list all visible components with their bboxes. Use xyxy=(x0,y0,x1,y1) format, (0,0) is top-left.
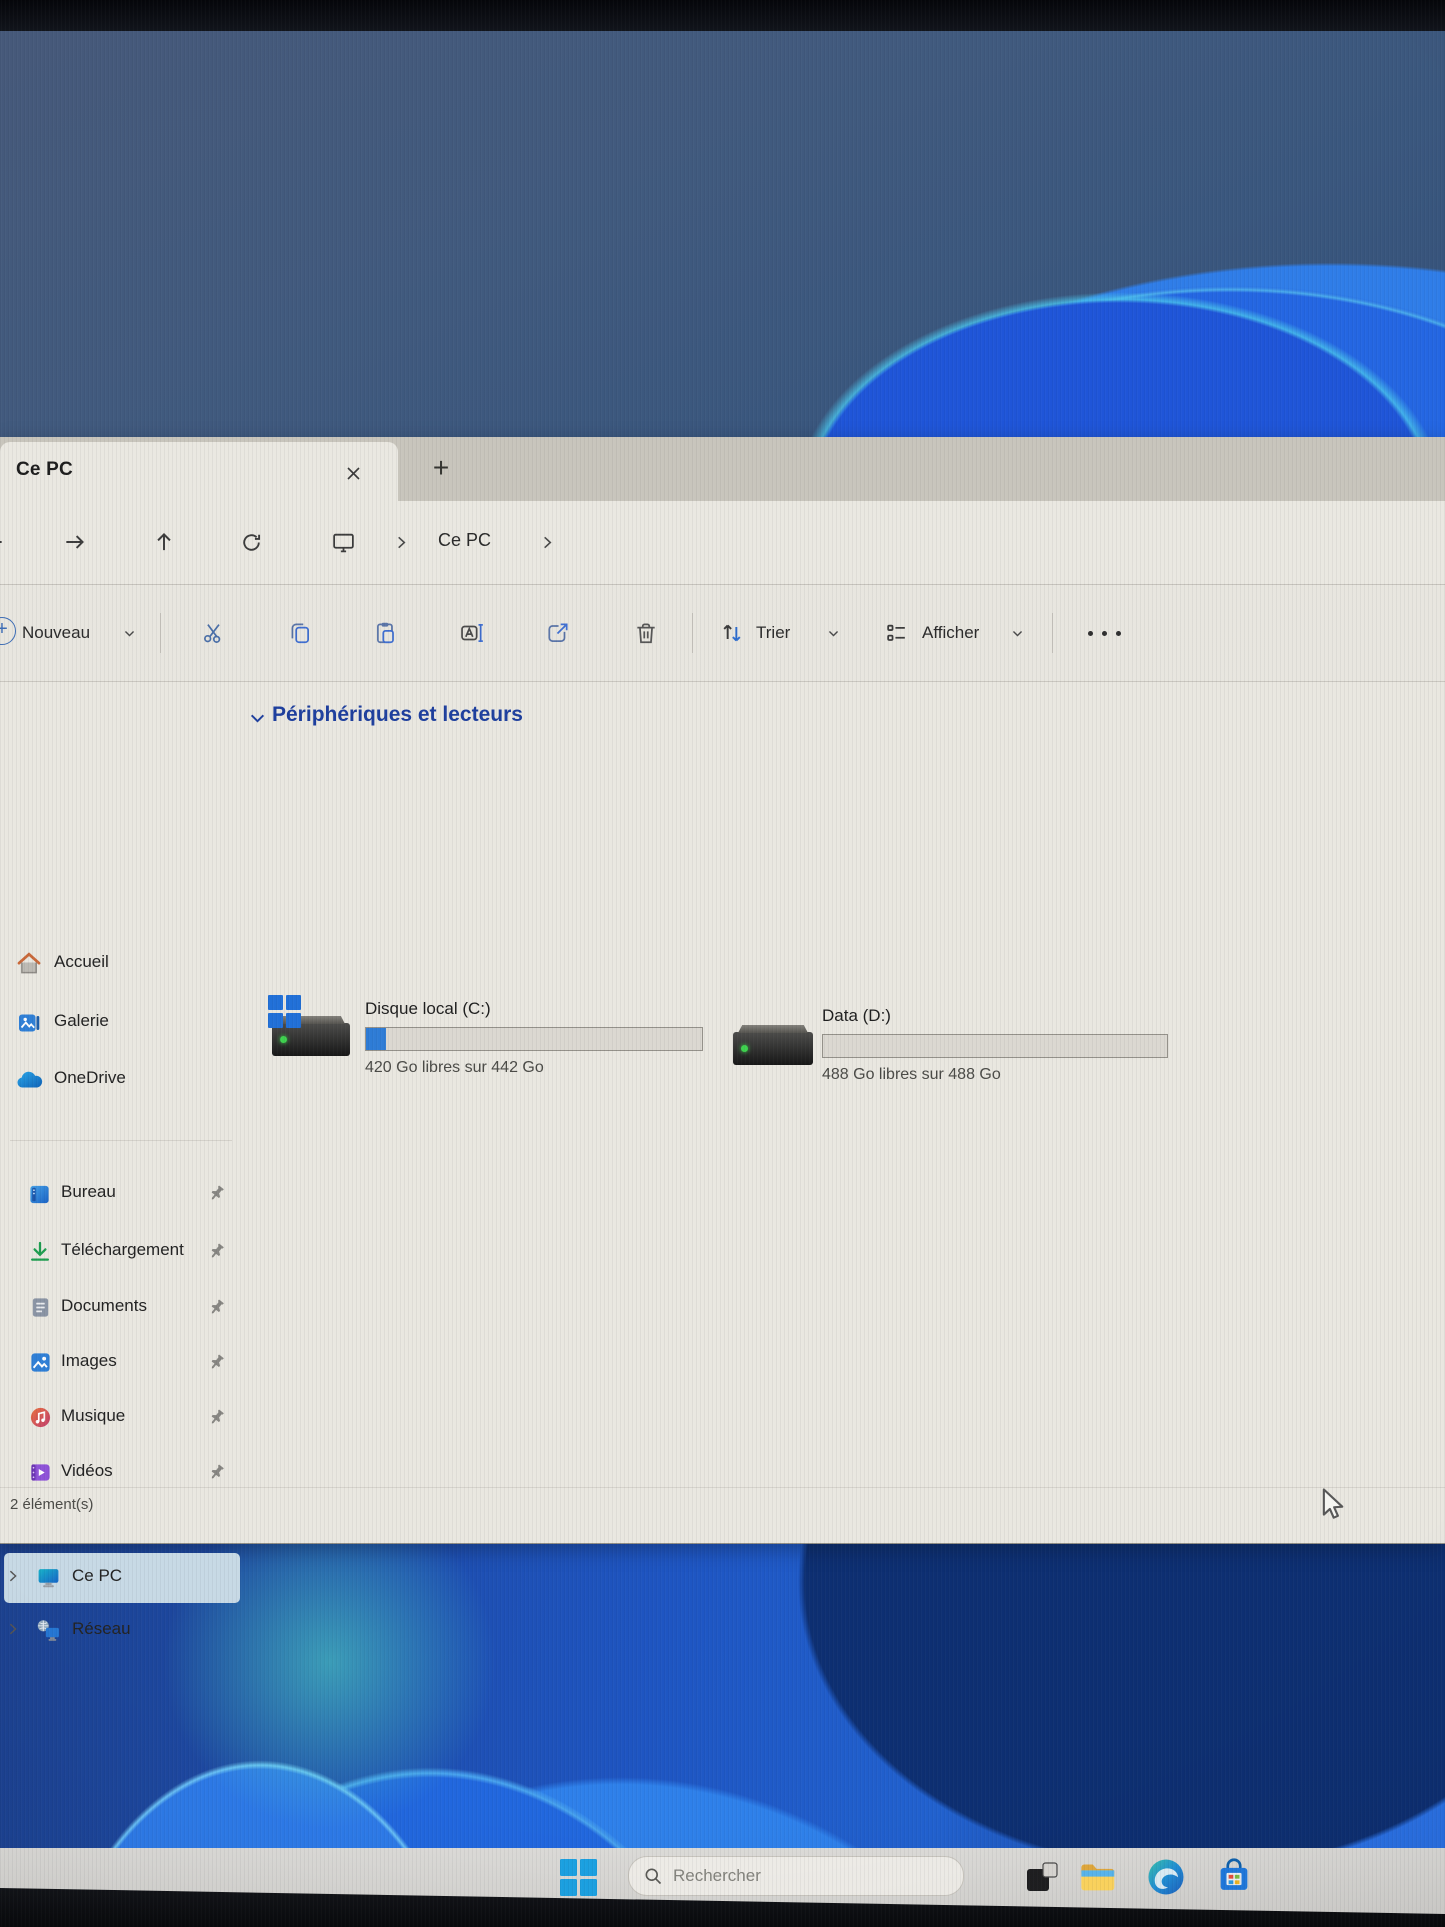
sort-chevron-icon[interactable] xyxy=(822,611,844,655)
this-pc-icon xyxy=(36,1565,61,1590)
home-icon xyxy=(16,951,42,977)
this-pc-location-icon[interactable] xyxy=(324,523,362,561)
taskbar-search-input[interactable]: Rechercher xyxy=(628,1856,964,1896)
expand-chevron-icon[interactable] xyxy=(6,1622,22,1638)
windows-start-icon xyxy=(560,1859,597,1896)
pictures-icon xyxy=(29,1351,52,1374)
command-toolbar: + Nouveau xyxy=(0,585,1445,682)
drive-name: Data (D:) xyxy=(822,1006,891,1026)
forward-button[interactable] xyxy=(56,523,94,561)
desktop-icon xyxy=(28,1183,51,1206)
microsoft-store-icon xyxy=(1214,1857,1254,1897)
pin-icon xyxy=(208,1408,226,1426)
share-button[interactable] xyxy=(536,611,580,655)
drive-free-space: 488 Go libres sur 488 Go xyxy=(822,1066,1001,1084)
status-bar: 2 élément(s) xyxy=(0,1487,1445,1543)
sidebar-item-ce-pc[interactable]: Ce PC xyxy=(4,1553,240,1603)
more-options-button[interactable] xyxy=(1076,611,1132,655)
delete-button[interactable] xyxy=(624,611,668,655)
tab-close-icon[interactable] xyxy=(338,458,368,488)
file-explorer-window: Ce PC + xyxy=(0,437,1445,1544)
gallery-icon xyxy=(17,1011,41,1035)
windows-logo-icon xyxy=(268,995,301,1028)
sidebar-item-bureau[interactable]: Bureau xyxy=(4,1171,240,1217)
sidebar-item-documents[interactable]: Documents xyxy=(4,1285,240,1331)
new-item-icon: + xyxy=(0,617,16,645)
sidebar-item-galerie[interactable]: Galerie xyxy=(4,1000,240,1046)
edge-taskbar-button[interactable] xyxy=(1146,1857,1186,1897)
sidebar-item-accueil[interactable]: Accueil xyxy=(4,941,240,987)
cut-button[interactable] xyxy=(192,611,236,655)
file-explorer-icon xyxy=(1078,1857,1118,1897)
sidebar-item-images[interactable]: Images xyxy=(4,1340,240,1386)
mouse-cursor xyxy=(1316,1486,1350,1524)
task-view-icon xyxy=(1024,1859,1060,1895)
tab-title: Ce PC xyxy=(16,459,73,481)
drive-usage-fill xyxy=(366,1028,386,1050)
explorer-body: Accueil Galerie OneDrive Bureau xyxy=(0,682,1445,1487)
section-title[interactable]: Périphériques et lecteurs xyxy=(272,703,523,727)
sidebar-item-musique[interactable]: Musique xyxy=(4,1395,240,1441)
task-view-button[interactable] xyxy=(1022,1857,1062,1897)
start-button[interactable] xyxy=(558,1857,598,1897)
sidebar-divider xyxy=(10,1140,232,1141)
sidebar-item-telechargement[interactable]: Téléchargement xyxy=(4,1229,240,1275)
store-taskbar-button[interactable] xyxy=(1214,1857,1254,1897)
desktop-wallpaper-top xyxy=(0,31,1445,437)
items-count: 2 élément(s) xyxy=(10,1496,93,1513)
pin-icon xyxy=(208,1242,226,1260)
sort-icon[interactable] xyxy=(712,611,752,655)
videos-icon xyxy=(29,1461,52,1484)
back-button[interactable] xyxy=(0,523,12,561)
download-icon xyxy=(28,1240,52,1264)
paste-button[interactable] xyxy=(364,611,408,655)
onedrive-cloud-icon xyxy=(15,1071,43,1090)
breadcrumb-location[interactable]: Ce PC xyxy=(438,530,491,551)
new-tab-button[interactable]: + xyxy=(424,451,458,485)
monitor-bezel-top xyxy=(0,0,1445,31)
new-chevron-icon[interactable] xyxy=(118,611,140,655)
address-bar: Ce PC xyxy=(0,501,1445,585)
music-icon xyxy=(29,1406,52,1429)
up-button[interactable] xyxy=(145,523,183,561)
tab-bar: Ce PC + xyxy=(0,437,1445,501)
expand-chevron-icon[interactable] xyxy=(6,1569,22,1585)
file-explorer-taskbar-button[interactable] xyxy=(1078,1857,1118,1897)
hard-drive-icon xyxy=(733,1032,813,1065)
view-chevron-icon[interactable] xyxy=(1006,611,1028,655)
sidebar-item-reseau[interactable]: Réseau xyxy=(4,1608,240,1654)
screen-photo: Ce PC + xyxy=(0,0,1445,1927)
document-icon xyxy=(29,1296,52,1319)
drive-free-space: 420 Go libres sur 442 Go xyxy=(365,1059,544,1077)
view-button[interactable]: Afficher xyxy=(922,611,979,655)
tab-ce-pc[interactable]: Ce PC xyxy=(0,442,398,501)
search-placeholder: Rechercher xyxy=(673,1866,761,1886)
refresh-button[interactable] xyxy=(232,523,270,561)
breadcrumb-chevron-icon[interactable] xyxy=(388,523,414,561)
rename-button[interactable] xyxy=(450,611,494,655)
drive-usage-bar xyxy=(365,1027,703,1051)
pin-icon xyxy=(208,1463,226,1481)
drive-name: Disque local (C:) xyxy=(365,999,491,1019)
section-collapse-icon[interactable] xyxy=(249,710,266,727)
sort-button[interactable]: Trier xyxy=(756,611,790,655)
breadcrumb-chevron-icon-2[interactable] xyxy=(534,523,560,561)
edge-browser-icon xyxy=(1146,1857,1186,1897)
search-icon xyxy=(643,1866,663,1886)
pin-icon xyxy=(208,1353,226,1371)
view-icon[interactable] xyxy=(876,611,916,655)
pin-icon xyxy=(208,1298,226,1316)
copy-button[interactable] xyxy=(278,611,322,655)
sidebar-item-onedrive[interactable]: OneDrive xyxy=(4,1057,240,1103)
new-button[interactable]: Nouveau xyxy=(22,611,90,655)
drive-usage-bar xyxy=(822,1034,1168,1058)
network-icon xyxy=(36,1618,61,1643)
pin-icon xyxy=(208,1184,226,1202)
